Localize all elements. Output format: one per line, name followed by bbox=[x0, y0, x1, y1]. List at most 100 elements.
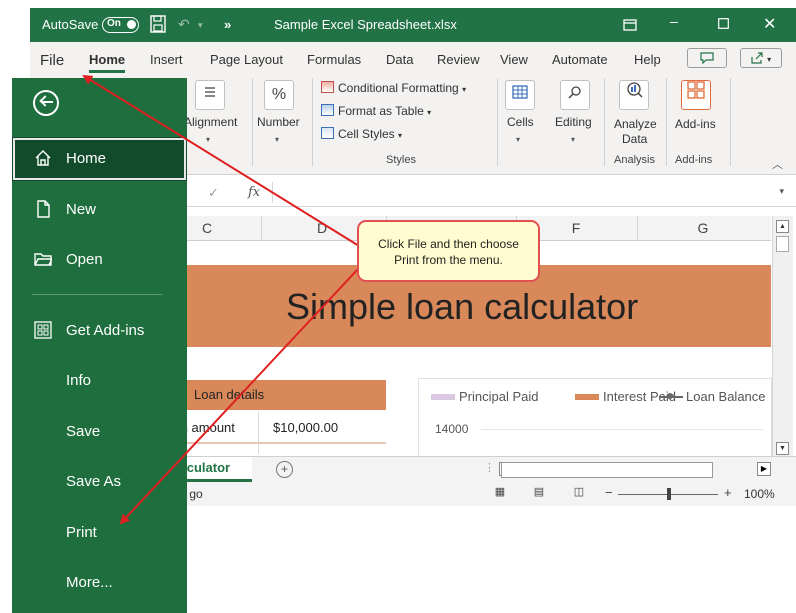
comments-button[interactable] bbox=[687, 48, 727, 68]
cell-styles-button[interactable]: Cell Styles ▾ bbox=[321, 127, 402, 141]
editing-chevron-icon[interactable]: ▾ bbox=[571, 135, 575, 144]
number-label[interactable]: Number bbox=[257, 115, 300, 129]
undo-icon[interactable]: ↶ bbox=[178, 16, 190, 33]
add-ins-group-label: Add-ins bbox=[675, 154, 713, 166]
autosave-toggle[interactable]: On bbox=[102, 17, 139, 33]
legend-swatch-principal bbox=[431, 394, 455, 400]
column-divider bbox=[637, 216, 638, 240]
backstage-item-label: Save As bbox=[66, 473, 122, 490]
column-header-d[interactable]: D bbox=[312, 220, 332, 236]
conditional-formatting-button[interactable]: Conditional Formatting ▾ bbox=[321, 81, 466, 95]
cells-chevron-icon[interactable]: ▾ bbox=[516, 135, 520, 144]
alignment-chevron-icon[interactable]: ▾ bbox=[206, 135, 210, 144]
format-as-table-label: Format as Table bbox=[338, 104, 424, 118]
maximize-icon[interactable] bbox=[718, 16, 729, 32]
horizontal-scrollbar[interactable] bbox=[501, 462, 713, 478]
sheet-tab-active[interactable]: Loan calculator bbox=[186, 457, 252, 482]
cells-icon[interactable] bbox=[505, 80, 535, 110]
backstage-item-info[interactable]: Info bbox=[12, 359, 187, 403]
back-arrow-icon[interactable] bbox=[33, 90, 59, 116]
analyze-data-icon[interactable] bbox=[619, 80, 649, 110]
zoom-slider-handle[interactable] bbox=[667, 488, 671, 500]
scroll-up-icon[interactable]: ▲ bbox=[776, 220, 789, 233]
cells-label[interactable]: Cells bbox=[507, 115, 534, 129]
scroll-right-icon[interactable]: ▶ bbox=[757, 462, 771, 476]
tab-insert[interactable]: Insert bbox=[150, 52, 183, 67]
backstage-item-open[interactable]: Open bbox=[12, 238, 187, 282]
backstage-item-get-add-ins[interactable]: Get Add-ins bbox=[12, 309, 187, 353]
chevron-down-icon: ▾ bbox=[462, 85, 467, 94]
callout-text: Click File and then choose Print from th… bbox=[378, 237, 519, 267]
status-bar: Ready to go ▦ ▤ ◫ − + 100% bbox=[186, 482, 796, 506]
zoom-out-button[interactable]: − bbox=[605, 485, 613, 500]
minimize-icon[interactable]: – bbox=[670, 13, 678, 29]
enter-check-icon[interactable]: ✓ bbox=[208, 185, 219, 201]
column-header-f[interactable]: F bbox=[566, 220, 586, 236]
add-sheet-icon[interactable]: + bbox=[276, 461, 293, 478]
cell-styles-icon bbox=[321, 127, 334, 139]
tab-file[interactable]: File bbox=[40, 52, 64, 69]
loan-details-header[interactable]: Loan details bbox=[186, 380, 386, 410]
tab-view[interactable]: View bbox=[500, 52, 528, 67]
new-document-icon bbox=[37, 200, 50, 218]
add-ins-icon[interactable] bbox=[681, 80, 711, 110]
analyze-data-label-line2[interactable]: Data bbox=[622, 132, 647, 146]
backstage-item-label: Get Add-ins bbox=[66, 322, 145, 339]
share-button[interactable]: ▾ bbox=[740, 48, 782, 68]
formula-input[interactable] bbox=[272, 182, 773, 203]
tab-help[interactable]: Help bbox=[634, 52, 661, 67]
ribbon-display-icon[interactable] bbox=[623, 18, 637, 34]
tab-page-layout[interactable]: Page Layout bbox=[210, 52, 283, 67]
formula-bar: ✓ fx ▾ bbox=[186, 180, 796, 207]
tab-formulas[interactable]: Formulas bbox=[307, 52, 361, 67]
number-format-icon[interactable]: % bbox=[264, 80, 294, 110]
tab-review[interactable]: Review bbox=[437, 52, 480, 67]
expand-formula-icon[interactable]: ▾ bbox=[779, 186, 784, 197]
editing-icon[interactable] bbox=[560, 80, 590, 110]
document-title: Sample Excel Spreadsheet.xlsx bbox=[274, 17, 457, 32]
save-icon[interactable] bbox=[150, 15, 166, 36]
close-icon[interactable]: ✕ bbox=[763, 14, 776, 34]
home-icon bbox=[35, 150, 51, 166]
loan-amount-value[interactable]: $10,000.00 bbox=[273, 420, 338, 435]
column-header-g[interactable]: G bbox=[693, 220, 713, 236]
normal-view-icon[interactable]: ▦ bbox=[492, 485, 508, 499]
tab-data[interactable]: Data bbox=[386, 52, 413, 67]
chart-gridline bbox=[481, 429, 763, 430]
add-ins-label[interactable]: Add-ins bbox=[675, 117, 716, 131]
backstage-item-more[interactable]: More... bbox=[12, 561, 187, 605]
quick-access-more[interactable]: » bbox=[224, 17, 231, 32]
scroll-thumb[interactable] bbox=[776, 236, 789, 252]
format-as-table-button[interactable]: Format as Table ▾ bbox=[321, 104, 431, 118]
collapse-ribbon-icon[interactable]: ︿ bbox=[772, 156, 783, 172]
analyze-data-label[interactable]: Analyze bbox=[614, 117, 657, 131]
backstage-item-save-as[interactable]: Save As bbox=[12, 460, 187, 504]
insert-function-button[interactable]: fx bbox=[248, 185, 260, 200]
zoom-in-button[interactable]: + bbox=[724, 485, 732, 500]
chart-y-tick: 14000 bbox=[435, 422, 469, 436]
backstage-item-new[interactable]: New bbox=[12, 188, 187, 232]
alignment-label[interactable]: Alignment bbox=[184, 115, 237, 129]
tab-split-handle[interactable]: ⋮ bbox=[484, 461, 495, 474]
backstage-item-save[interactable]: Save bbox=[12, 410, 187, 454]
zoom-level[interactable]: 100% bbox=[744, 487, 775, 501]
undo-dropdown-icon[interactable]: ▾ bbox=[198, 20, 203, 31]
sheet-tab-bar: Loan calculator + ⋮ ◀ ▶ bbox=[186, 456, 796, 483]
scroll-down-icon[interactable]: ▼ bbox=[776, 442, 789, 455]
backstage-item-home[interactable]: Home bbox=[12, 137, 187, 181]
file-backstage-menu: Home New Open Get Add-ins Info Save Save… bbox=[12, 78, 187, 613]
tab-home[interactable]: Home bbox=[89, 52, 126, 73]
editing-label[interactable]: Editing bbox=[555, 115, 592, 129]
page-break-view-icon[interactable]: ◫ bbox=[571, 485, 587, 499]
page-layout-view-icon[interactable]: ▤ bbox=[531, 485, 547, 499]
column-header-c[interactable]: C bbox=[197, 220, 217, 236]
alignment-icon[interactable] bbox=[195, 80, 225, 110]
vertical-scrollbar[interactable]: ▲ ▼ bbox=[772, 216, 793, 461]
backstage-item-print[interactable]: Print bbox=[12, 511, 187, 555]
loan-chart[interactable]: Principal Paid Interest Paid Loan Balanc… bbox=[418, 378, 772, 458]
number-chevron-icon[interactable]: ▾ bbox=[275, 135, 279, 144]
legend-marker-balance bbox=[667, 393, 673, 399]
legend-swatch-interest bbox=[575, 394, 599, 400]
tab-automate[interactable]: Automate bbox=[552, 52, 608, 67]
chevron-down-icon: ▾ bbox=[767, 55, 772, 64]
